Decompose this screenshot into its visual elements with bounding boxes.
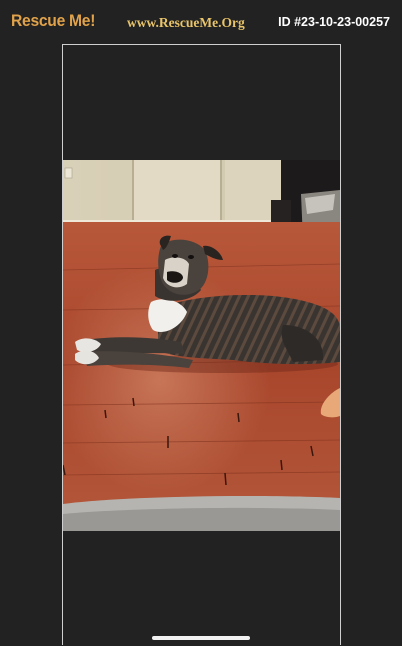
dog-photo [63, 160, 340, 531]
home-indicator[interactable] [152, 636, 250, 640]
photo-frame [62, 44, 341, 645]
rescue-me-logo[interactable]: Rescue Me! [11, 11, 95, 31]
header-bar: Rescue Me! www.RescueMe.Org ID #23-10-23… [0, 0, 402, 44]
pet-id-label: ID #23-10-23-00257 [278, 15, 390, 29]
site-url-link[interactable]: www.RescueMe.Org [127, 15, 245, 31]
